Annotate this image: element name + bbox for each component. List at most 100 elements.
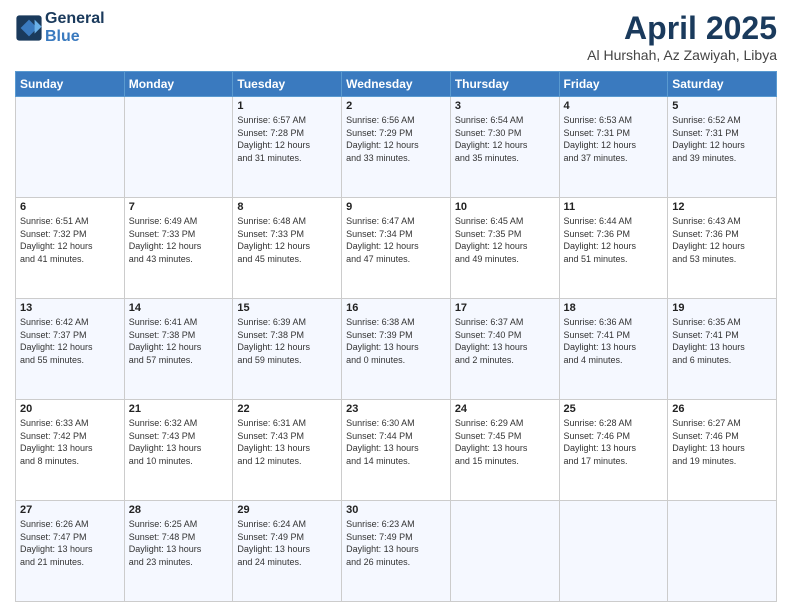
day-number: 14 bbox=[129, 302, 229, 314]
calendar-cell: 17 Sunrise: 6:37 AM Sunset: 7:40 PM Dayli… bbox=[450, 299, 559, 400]
day-number: 28 bbox=[129, 504, 229, 516]
calendar-cell: 3 Sunrise: 6:54 AM Sunset: 7:30 PM Daylig… bbox=[450, 97, 559, 198]
day-number: 29 bbox=[237, 504, 337, 516]
calendar-cell: 26 Sunrise: 6:27 AM Sunset: 7:46 PM Dayli… bbox=[668, 400, 777, 501]
day-header-wednesday: Wednesday bbox=[342, 72, 451, 97]
day-number: 3 bbox=[455, 100, 555, 112]
day-number: 17 bbox=[455, 302, 555, 314]
calendar-cell: 8 Sunrise: 6:48 AM Sunset: 7:33 PM Daylig… bbox=[233, 198, 342, 299]
day-info: Sunrise: 6:37 AM Sunset: 7:40 PM Dayligh… bbox=[455, 316, 555, 366]
day-info: Sunrise: 6:43 AM Sunset: 7:36 PM Dayligh… bbox=[672, 215, 772, 265]
day-number: 25 bbox=[564, 403, 664, 415]
day-info: Sunrise: 6:48 AM Sunset: 7:33 PM Dayligh… bbox=[237, 215, 337, 265]
week-row-1: 1Sunrise: 6:57 AM Sunset: 7:28 PM Daylig… bbox=[16, 97, 777, 198]
day-number: 15 bbox=[237, 302, 337, 314]
calendar-cell bbox=[124, 97, 233, 198]
day-info: Sunrise: 6:28 AM Sunset: 7:46 PM Dayligh… bbox=[564, 417, 664, 467]
calendar-cell: 12 Sunrise: 6:43 AM Sunset: 7:36 PM Dayli… bbox=[668, 198, 777, 299]
calendar-cell: 10Sunrise: 6:45 AM Sunset: 7:35 PM Dayli… bbox=[450, 198, 559, 299]
day-info: Sunrise: 6:42 AM Sunset: 7:37 PM Dayligh… bbox=[20, 316, 120, 366]
day-number: 18 bbox=[564, 302, 664, 314]
day-info: Sunrise: 6:32 AM Sunset: 7:43 PM Dayligh… bbox=[129, 417, 229, 467]
header: General Blue April 2025 Al Hurshah, Az Z… bbox=[15, 10, 777, 63]
calendar-cell: 20 Sunrise: 6:33 AM Sunset: 7:42 PM Dayli… bbox=[16, 400, 125, 501]
calendar-cell: 28Sunrise: 6:25 AM Sunset: 7:48 PM Dayli… bbox=[124, 501, 233, 602]
day-info: Sunrise: 6:29 AM Sunset: 7:45 PM Dayligh… bbox=[455, 417, 555, 467]
day-number: 11 bbox=[564, 201, 664, 213]
day-info: Sunrise: 6:26 AM Sunset: 7:47 PM Dayligh… bbox=[20, 518, 120, 568]
calendar-header-row: SundayMondayTuesdayWednesdayThursdayFrid… bbox=[16, 72, 777, 97]
day-info: Sunrise: 6:24 AM Sunset: 7:49 PM Dayligh… bbox=[237, 518, 337, 568]
day-info: Sunrise: 6:36 AM Sunset: 7:41 PM Dayligh… bbox=[564, 316, 664, 366]
day-number: 2 bbox=[346, 100, 446, 112]
calendar-table: SundayMondayTuesdayWednesdayThursdayFrid… bbox=[15, 71, 777, 602]
day-number: 4 bbox=[564, 100, 664, 112]
day-number: 16 bbox=[346, 302, 446, 314]
calendar-cell: 7 Sunrise: 6:49 AM Sunset: 7:33 PM Daylig… bbox=[124, 198, 233, 299]
day-number: 6 bbox=[20, 201, 120, 213]
calendar-cell: 1Sunrise: 6:57 AM Sunset: 7:28 PM Daylig… bbox=[233, 97, 342, 198]
day-info: Sunrise: 6:30 AM Sunset: 7:44 PM Dayligh… bbox=[346, 417, 446, 467]
day-info: Sunrise: 6:49 AM Sunset: 7:33 PM Dayligh… bbox=[129, 215, 229, 265]
calendar-cell: 16Sunrise: 6:38 AM Sunset: 7:39 PM Dayli… bbox=[342, 299, 451, 400]
calendar-cell: 22Sunrise: 6:31 AM Sunset: 7:43 PM Dayli… bbox=[233, 400, 342, 501]
calendar-cell: 11Sunrise: 6:44 AM Sunset: 7:36 PM Dayli… bbox=[559, 198, 668, 299]
day-number: 12 bbox=[672, 201, 772, 213]
week-row-2: 6 Sunrise: 6:51 AM Sunset: 7:32 PM Daylig… bbox=[16, 198, 777, 299]
calendar-cell: 5Sunrise: 6:52 AM Sunset: 7:31 PM Daylig… bbox=[668, 97, 777, 198]
day-number: 7 bbox=[129, 201, 229, 213]
day-number: 5 bbox=[672, 100, 772, 112]
day-number: 22 bbox=[237, 403, 337, 415]
day-header-friday: Friday bbox=[559, 72, 668, 97]
day-info: Sunrise: 6:27 AM Sunset: 7:46 PM Dayligh… bbox=[672, 417, 772, 467]
calendar-cell: 30 Sunrise: 6:23 AM Sunset: 7:49 PM Dayli… bbox=[342, 501, 451, 602]
calendar-cell: 2 Sunrise: 6:56 AM Sunset: 7:29 PM Daylig… bbox=[342, 97, 451, 198]
calendar-cell: 25 Sunrise: 6:28 AM Sunset: 7:46 PM Dayli… bbox=[559, 400, 668, 501]
day-number: 21 bbox=[129, 403, 229, 415]
calendar-cell: 9 Sunrise: 6:47 AM Sunset: 7:34 PM Daylig… bbox=[342, 198, 451, 299]
day-info: Sunrise: 6:41 AM Sunset: 7:38 PM Dayligh… bbox=[129, 316, 229, 366]
day-number: 26 bbox=[672, 403, 772, 415]
week-row-5: 27Sunrise: 6:26 AM Sunset: 7:47 PM Dayli… bbox=[16, 501, 777, 602]
calendar-cell: 24 Sunrise: 6:29 AM Sunset: 7:45 PM Dayli… bbox=[450, 400, 559, 501]
day-number: 8 bbox=[237, 201, 337, 213]
day-info: Sunrise: 6:56 AM Sunset: 7:29 PM Dayligh… bbox=[346, 114, 446, 164]
week-row-4: 20 Sunrise: 6:33 AM Sunset: 7:42 PM Dayli… bbox=[16, 400, 777, 501]
day-info: Sunrise: 6:33 AM Sunset: 7:42 PM Dayligh… bbox=[20, 417, 120, 467]
day-info: Sunrise: 6:47 AM Sunset: 7:34 PM Dayligh… bbox=[346, 215, 446, 265]
day-number: 30 bbox=[346, 504, 446, 516]
day-header-thursday: Thursday bbox=[450, 72, 559, 97]
logo-icon bbox=[15, 14, 43, 42]
day-info: Sunrise: 6:51 AM Sunset: 7:32 PM Dayligh… bbox=[20, 215, 120, 265]
day-info: Sunrise: 6:54 AM Sunset: 7:30 PM Dayligh… bbox=[455, 114, 555, 164]
day-info: Sunrise: 6:35 AM Sunset: 7:41 PM Dayligh… bbox=[672, 316, 772, 366]
calendar-cell: 4 Sunrise: 6:53 AM Sunset: 7:31 PM Daylig… bbox=[559, 97, 668, 198]
calendar-cell: 21 Sunrise: 6:32 AM Sunset: 7:43 PM Dayli… bbox=[124, 400, 233, 501]
day-info: Sunrise: 6:53 AM Sunset: 7:31 PM Dayligh… bbox=[564, 114, 664, 164]
day-number: 9 bbox=[346, 201, 446, 213]
calendar-cell bbox=[450, 501, 559, 602]
day-info: Sunrise: 6:45 AM Sunset: 7:35 PM Dayligh… bbox=[455, 215, 555, 265]
day-header-monday: Monday bbox=[124, 72, 233, 97]
day-number: 24 bbox=[455, 403, 555, 415]
day-info: Sunrise: 6:23 AM Sunset: 7:49 PM Dayligh… bbox=[346, 518, 446, 568]
calendar-cell: 27Sunrise: 6:26 AM Sunset: 7:47 PM Dayli… bbox=[16, 501, 125, 602]
day-number: 19 bbox=[672, 302, 772, 314]
logo-text-line1: General bbox=[45, 10, 105, 28]
day-number: 20 bbox=[20, 403, 120, 415]
day-number: 23 bbox=[346, 403, 446, 415]
day-info: Sunrise: 6:39 AM Sunset: 7:38 PM Dayligh… bbox=[237, 316, 337, 366]
week-row-3: 13Sunrise: 6:42 AM Sunset: 7:37 PM Dayli… bbox=[16, 299, 777, 400]
calendar-cell bbox=[559, 501, 668, 602]
day-number: 1 bbox=[237, 100, 337, 112]
logo-text-line2: Blue bbox=[45, 28, 105, 46]
calendar-cell: 14 Sunrise: 6:41 AM Sunset: 7:38 PM Dayli… bbox=[124, 299, 233, 400]
day-header-sunday: Sunday bbox=[16, 72, 125, 97]
day-header-tuesday: Tuesday bbox=[233, 72, 342, 97]
logo: General Blue bbox=[15, 10, 105, 45]
calendar-cell: 18 Sunrise: 6:36 AM Sunset: 7:41 PM Dayli… bbox=[559, 299, 668, 400]
calendar-cell: 29 Sunrise: 6:24 AM Sunset: 7:49 PM Dayli… bbox=[233, 501, 342, 602]
title-block: April 2025 Al Hurshah, Az Zawiyah, Libya bbox=[587, 10, 777, 63]
day-header-saturday: Saturday bbox=[668, 72, 777, 97]
month-title: April 2025 bbox=[587, 10, 777, 47]
